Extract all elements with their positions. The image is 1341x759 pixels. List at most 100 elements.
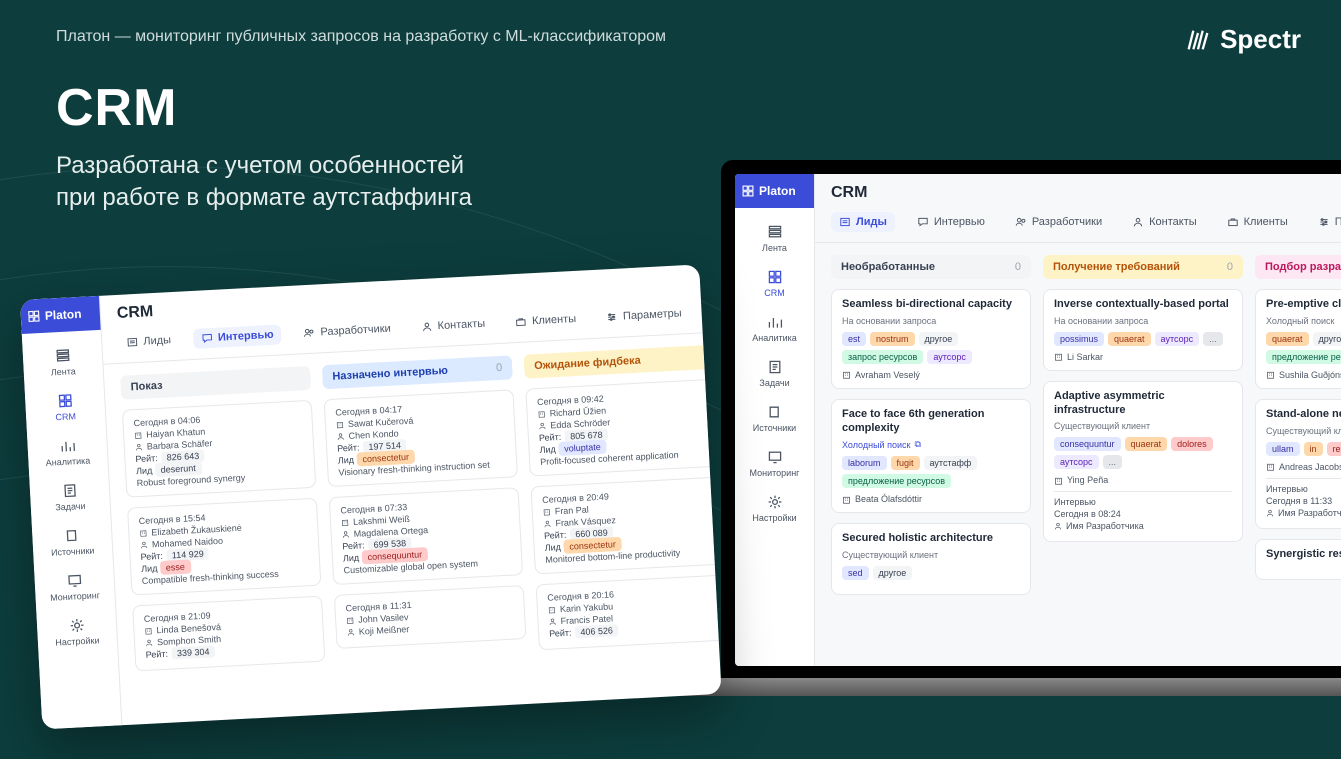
card-subtitle: Холодный поиск — [1266, 316, 1341, 326]
interview-card[interactable]: Сегодня в 07:33 Lakshmi Weiß Magdalena O… — [329, 487, 523, 585]
tab-Лиды[interactable]: Лиды — [118, 330, 180, 353]
app-brand: Platon — [735, 174, 814, 208]
tag: предложение ресур — [1266, 350, 1341, 364]
kanban-board: Показ Сегодня в 04:06 Haiyan Khatun Barb… — [104, 333, 720, 694]
tag: possimus — [1054, 332, 1104, 346]
sidebar-item-Аналитика[interactable]: Аналитика — [735, 306, 814, 351]
tilted-screenshot: PlatonЛентаCRMАналитикаЗадачиИсточникиМо… — [20, 264, 722, 729]
column-header: Ожидание фидбека — [524, 345, 715, 379]
sidebar-label: Лента — [51, 366, 76, 377]
sidebar-item-Настройки[interactable]: Настройки — [735, 486, 814, 531]
grid-icon — [741, 184, 755, 198]
chart-icon — [767, 314, 783, 330]
sidebar-label: Мониторинг — [50, 590, 100, 603]
sidebar-item-Источники[interactable]: Источники — [32, 518, 113, 567]
interview-card[interactable]: Сегодня в 11:31 John Vasilev Koji Meißne… — [334, 585, 527, 649]
tab-Разработчики[interactable]: Разработчики — [295, 318, 399, 343]
tag: ... — [1103, 455, 1123, 469]
interview-card[interactable]: Сегодня в 15:54 Elizabeth Žukauskienė Mo… — [127, 498, 321, 596]
card-title: Seamless bi-directional capacity — [842, 298, 1020, 312]
sidebar-item-Мониторинг[interactable]: Мониторинг — [34, 562, 115, 611]
contact-icon — [1132, 216, 1144, 228]
hero-title: CRM — [56, 78, 472, 138]
interview-card[interactable]: Сегодня в 09:42 Richard Ŭžien Edda Schrö… — [525, 379, 719, 477]
kanban-column: Подбор разработчи Pre-emptive clear-t gr… — [1255, 255, 1341, 605]
tab-Клиенты[interactable]: Клиенты — [1219, 212, 1296, 232]
sidebar-item-CRM[interactable]: CRM — [25, 383, 106, 432]
lead-card[interactable]: Stand-alone next ge task-force Существую… — [1255, 399, 1341, 529]
card-owner: Li Sarkar — [1054, 352, 1232, 362]
card-footer-label: Интервью — [1054, 497, 1232, 507]
tab-Клиенты[interactable]: Клиенты — [507, 309, 585, 333]
sidebar-item-Лента[interactable]: Лента — [735, 216, 814, 261]
tag: другое — [873, 566, 913, 580]
tab-Параметры[interactable]: Параметры — [598, 303, 691, 328]
sidebar-item-Лента[interactable]: Лента — [22, 338, 103, 387]
tag: аутсорс — [927, 350, 972, 364]
tag: другое — [919, 332, 959, 346]
spectr-logo: Spectr — [1184, 24, 1301, 55]
hero-sub-1: Разработана с учетом особенностей — [56, 152, 464, 179]
gear-icon — [767, 494, 783, 510]
tab-Контакты[interactable]: Контакты — [412, 313, 493, 337]
feed-icon — [767, 224, 783, 240]
hero: CRM Разработана с учетом особенностей пр… — [56, 78, 472, 215]
tab-Разработчики[interactable]: Разработчики — [1007, 212, 1110, 232]
card-owner: Ying Peña — [1054, 475, 1232, 485]
sidebar-label: Задачи — [759, 378, 789, 388]
tab-Параметры[interactable]: Параметры — [1310, 212, 1341, 232]
card-owner: Beata Ólafsdóttir — [842, 494, 1020, 504]
hero-sub-2: при работе в формате аутстаффинга — [56, 184, 472, 211]
tag: аутсорс — [1054, 455, 1099, 469]
sidebar-item-CRM[interactable]: CRM — [735, 261, 814, 306]
interview-card[interactable]: Сегодня в 21:09 Linda Benešová Somphon S… — [132, 596, 325, 672]
sliders-icon — [1318, 216, 1330, 228]
tab-Интервью[interactable]: Интервью — [192, 324, 282, 349]
spectr-logo-icon — [1184, 26, 1212, 54]
interview-card[interactable]: Сегодня в 04:06 Haiyan Khatun Barbara Sc… — [122, 400, 316, 498]
card-owner: Avraham Veselý — [842, 370, 1020, 380]
sidebar-item-Аналитика[interactable]: Аналитика — [27, 428, 108, 477]
lead-card[interactable]: Adaptive asymmetric infrastructure Сущес… — [1043, 381, 1243, 543]
sidebar: Platon Лента CRMАналитика Задачи Источники Мо… — [735, 174, 815, 666]
lead-card[interactable]: Face to face 6th generation complexity Х… — [831, 399, 1031, 514]
kanban-column: Получение требований0 Inverse contextual… — [1043, 255, 1243, 605]
tag: аутстафф — [924, 456, 978, 470]
gear-icon — [68, 617, 85, 634]
tag: reicien — [1327, 442, 1341, 456]
interview-card[interactable]: Сегодня в 20:16 Karin Yakubu Francis Pat… — [536, 574, 720, 650]
tag: quaerat — [1266, 332, 1309, 346]
kanban-column: Назначено интервью0 Сегодня в 04:17 Sawa… — [322, 355, 528, 671]
lead-card[interactable]: Inverse contextually-based portal На осн… — [1043, 289, 1243, 371]
column-header: Подбор разработчи — [1255, 255, 1341, 279]
interview-card[interactable]: Сегодня в 04:17 Sawat Kučerová Chen Kond… — [324, 389, 518, 487]
card-title: Stand-alone next ge task-force — [1266, 408, 1341, 422]
sidebar-item-Настройки[interactable]: Настройки — [36, 607, 117, 656]
sidebar-label: Лента — [762, 243, 787, 253]
card-title: Face to face 6th generation complexity — [842, 408, 1020, 436]
tag: ullam — [1266, 442, 1300, 456]
tab-Контакты[interactable]: Контакты — [1124, 212, 1205, 232]
sidebar-label: Аналитика — [46, 456, 91, 468]
users-icon — [303, 327, 316, 340]
feed-icon — [54, 347, 71, 364]
sidebar-item-Мониторинг[interactable]: Мониторинг — [735, 441, 814, 486]
lead-card[interactable]: Synergistic respon — [1255, 539, 1341, 581]
interview-card[interactable]: Сегодня в 20:49 Fran Pal Frank Vásquez Р… — [530, 477, 719, 575]
tab-Интервью[interactable]: Интервью — [909, 212, 993, 232]
card-footer-dev: Имя Разработчика — [1266, 508, 1341, 518]
sidebar-label: Мониторинг — [750, 468, 800, 478]
lead-card[interactable]: Secured holistic architecture Существующ… — [831, 523, 1031, 595]
sidebar-item-Задачи[interactable]: Задачи — [29, 473, 110, 522]
card-title: Synergistic respon — [1266, 548, 1341, 562]
tag: предложение ресурсов — [842, 474, 951, 488]
card-subtitle: Существующий клиент — [1266, 426, 1341, 436]
card-footer-dev: Имя Разработчика — [1054, 521, 1232, 531]
sidebar-item-Источники[interactable]: Источники — [735, 396, 814, 441]
lead-card[interactable]: Pre-emptive clear-t groupware Холодный п… — [1255, 289, 1341, 389]
tab-Лиды[interactable]: Лиды — [831, 212, 895, 232]
lead-card[interactable]: Seamless bi-directional capacity На осно… — [831, 289, 1031, 389]
tag: nostrum — [870, 332, 915, 346]
sidebar-item-Задачи[interactable]: Задачи — [735, 351, 814, 396]
column-header: Назначено интервью0 — [322, 355, 513, 389]
